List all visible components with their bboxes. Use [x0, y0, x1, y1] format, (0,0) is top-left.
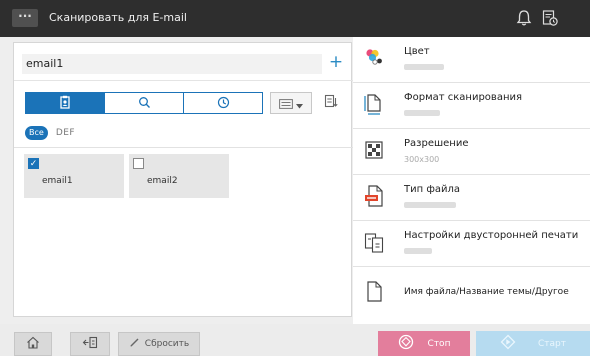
destination-label: email1 [42, 176, 73, 186]
stop-button[interactable]: Стоп [378, 331, 470, 356]
sort-icon [324, 93, 338, 113]
title-bar: ··· Сканировать для E-mail [0, 0, 590, 37]
register-destination-button[interactable] [70, 332, 110, 356]
setting-name: Цвет [404, 46, 430, 57]
stop-label: Стоп [427, 338, 451, 349]
settings-panel: Цвет Формат сканирования Разрешение 300x… [353, 37, 590, 324]
tab-address-book[interactable] [26, 93, 105, 113]
reset-label: Сбросить [144, 339, 190, 349]
setting-name: Имя файла/Название темы/Другое [404, 287, 569, 297]
pencil-icon [129, 337, 140, 351]
setting-value [404, 64, 444, 70]
divider [14, 147, 353, 148]
setting-value [404, 202, 456, 208]
checkbox[interactable] [133, 158, 144, 169]
setting-name: Настройки двусторонней печати [404, 230, 579, 241]
home-icon [26, 336, 40, 352]
start-label: Старт [538, 338, 566, 349]
address-row: email1 + [14, 43, 353, 81]
menu-button[interactable]: ··· [12, 9, 38, 27]
setting-resolution[interactable]: Разрешение 300x300 [353, 129, 590, 175]
tab-search[interactable] [105, 93, 184, 113]
setting-name: Формат сканирования [404, 92, 522, 103]
index-filter: Все DEF [25, 125, 75, 141]
setting-scan-size[interactable]: Формат сканирования [353, 83, 590, 129]
tab-history[interactable] [184, 93, 262, 113]
history-icon [217, 94, 230, 113]
list-view-icon [279, 94, 293, 113]
setting-value: 300x300 [404, 155, 440, 164]
duplex-icon [363, 229, 385, 255]
color-icon [363, 45, 385, 71]
checkbox-checked[interactable]: ✓ [28, 158, 39, 169]
job-history-icon[interactable] [539, 8, 561, 28]
setting-name: Тип файла [404, 184, 461, 195]
scan-size-icon [363, 91, 385, 117]
filter-index-def[interactable]: DEF [56, 128, 75, 138]
home-button[interactable] [14, 332, 52, 356]
start-icon [500, 334, 516, 353]
setting-name: Разрешение [404, 138, 469, 149]
page-title: Сканировать для E-mail [49, 11, 187, 24]
destination-label: email2 [147, 176, 178, 186]
search-tabs [25, 92, 263, 114]
add-destination-button[interactable]: + [326, 51, 346, 73]
setting-value [404, 110, 440, 116]
destination-card[interactable]: email2 [129, 154, 229, 198]
filter-all-button[interactable]: Все [25, 126, 48, 140]
address-book-icon [59, 94, 71, 113]
destination-card[interactable]: ✓ email1 [24, 154, 124, 198]
destination-panel: email1 + Все DEF ✓ email1 email2 [13, 42, 353, 317]
setting-color[interactable]: Цвет [353, 37, 590, 83]
resolution-icon [363, 137, 385, 163]
sort-button[interactable] [320, 92, 342, 114]
setting-file-name[interactable]: Имя файла/Название темы/Другое [353, 267, 590, 317]
reset-button[interactable]: Сбросить [118, 332, 200, 356]
search-icon [138, 94, 151, 113]
setting-duplex[interactable]: Настройки двусторонней печати [353, 221, 590, 267]
chevron-down-icon [296, 94, 303, 113]
start-button[interactable]: Старт [476, 331, 590, 356]
file-type-icon [363, 183, 385, 209]
stop-icon [398, 334, 414, 353]
view-mode-button[interactable] [270, 92, 312, 114]
register-icon [82, 336, 98, 352]
setting-file-type[interactable]: Тип файла [353, 175, 590, 221]
bell-icon[interactable] [513, 8, 535, 28]
destination-input[interactable]: email1 [22, 54, 322, 74]
file-name-icon [363, 279, 385, 305]
setting-value [404, 248, 432, 254]
